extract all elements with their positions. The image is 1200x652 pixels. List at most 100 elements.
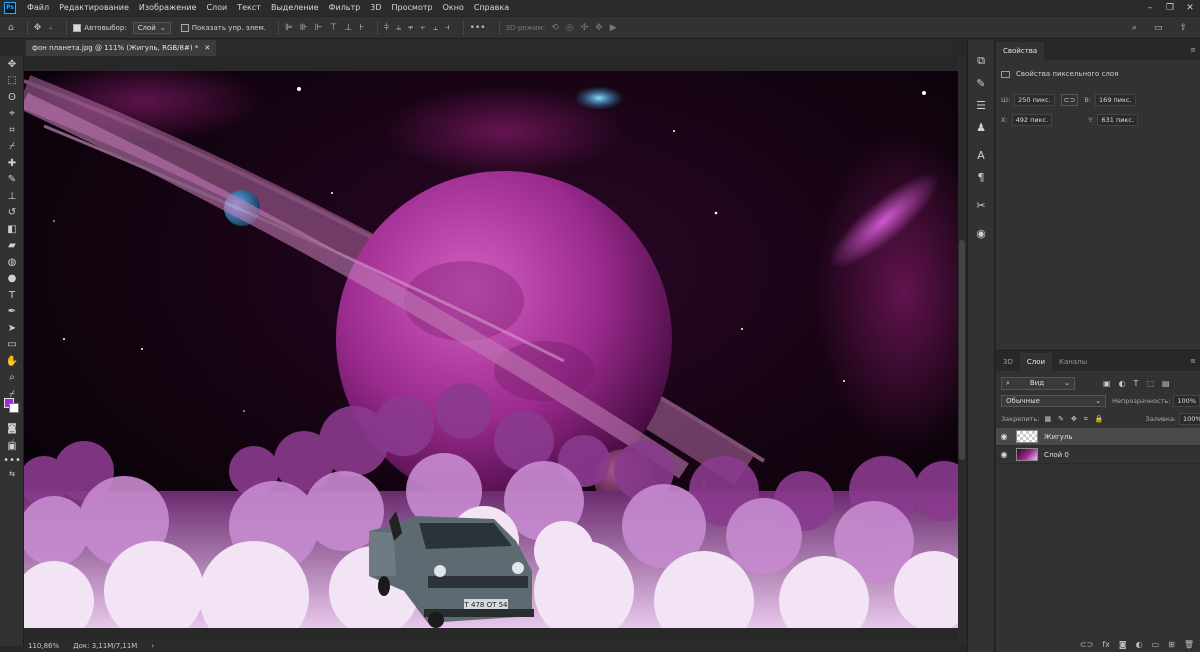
distribute-top-icon[interactable]: ⫩ [384, 23, 389, 33]
blur-tool-icon[interactable]: ◍ [0, 254, 24, 271]
brushes-icon[interactable]: ✎ [968, 72, 994, 94]
share-icon[interactable]: ⇧ [1179, 23, 1187, 33]
adjustments-icon[interactable]: ☰ [968, 94, 994, 116]
move-tool-icon[interactable]: ✥ [34, 23, 42, 33]
status-arrow-icon[interactable]: › [151, 642, 154, 650]
width-field[interactable]: 250 пикс. [1014, 94, 1055, 106]
menu-window[interactable]: Окно [438, 0, 469, 16]
healing-brush-tool-icon[interactable]: ✚ [0, 155, 24, 172]
screen-mode-icon[interactable]: ▣ [0, 438, 24, 455]
character-icon[interactable]: A [968, 144, 994, 166]
align-right-icon[interactable]: ⊩ [315, 23, 323, 33]
close-tab-icon[interactable]: ✕ [204, 40, 210, 56]
libraries-icon[interactable]: ♟ [968, 116, 994, 138]
3d-panel-icon[interactable]: ◉ [968, 222, 994, 244]
filter-type-icon[interactable]: T [1134, 379, 1139, 388]
opacity-field[interactable]: 100% [1173, 395, 1200, 407]
new-group-icon[interactable]: ▭ [1152, 640, 1160, 649]
menu-text[interactable]: Текст [232, 0, 266, 16]
gradient-tool-icon[interactable]: ▰ [0, 238, 24, 255]
minimize-icon[interactable]: – [1140, 0, 1160, 16]
lock-artboard-icon[interactable]: ⌗ [1084, 415, 1088, 424]
layer-name[interactable]: Слой 0 [1044, 451, 1069, 459]
background-color-swatch[interactable] [9, 403, 19, 413]
document-canvas[interactable]: Т 478 ОТ 54 [24, 71, 958, 628]
align-center-h-icon[interactable]: ⊪ [300, 23, 308, 33]
align-bottom-icon[interactable]: ⊦ [359, 23, 364, 33]
lock-transparency-icon[interactable]: ▦ [1044, 415, 1051, 424]
eyedropper-tool-icon[interactable]: ⌿ [0, 139, 24, 156]
tools-presets-icon[interactable]: ✂ [968, 194, 994, 216]
delete-layer-icon[interactable]: 🗑 [1184, 640, 1194, 649]
more-options-icon[interactable]: ••• [470, 23, 486, 33]
align-left-icon[interactable]: ⊫ [285, 23, 293, 33]
new-layer-icon[interactable]: ⊞ [1168, 640, 1175, 649]
menu-view[interactable]: Просмотр [387, 0, 438, 16]
menu-image[interactable]: Изображение [134, 0, 202, 16]
type-tool-icon[interactable]: T [0, 287, 24, 304]
visibility-eye-icon[interactable]: ◉ [996, 450, 1012, 459]
autoselect-checkbox[interactable] [73, 23, 82, 32]
distribute-center-icon[interactable]: ⫠ [433, 23, 438, 33]
eraser-tool-icon[interactable]: ◧ [0, 221, 24, 238]
lasso-tool-icon[interactable]: ʘ [0, 89, 24, 106]
distribute-bottom-icon[interactable]: ⫧ [408, 23, 413, 33]
autoselect-option[interactable]: Автовыбор: [73, 23, 127, 32]
link-icon[interactable]: ⊂⊃ [1060, 94, 1079, 106]
autoselect-dropdown[interactable]: Слой ⌄ [132, 21, 171, 34]
layer-filter-dropdown[interactable]: ⌕ Вид ⌄ [1001, 376, 1075, 390]
add-mask-icon[interactable]: ◙ [1119, 640, 1127, 649]
home-icon[interactable]: ⌂ [8, 23, 14, 33]
menu-select[interactable]: Выделение [266, 0, 324, 16]
chevron-down-icon[interactable]: ⌄ [48, 24, 53, 31]
height-field[interactable]: 169 пикс. [1095, 94, 1136, 106]
filter-pixel-icon[interactable]: ▣ [1103, 379, 1111, 388]
filter-smart-icon[interactable]: ▤ [1162, 379, 1170, 388]
layer-row[interactable]: ◉ Жигуль [996, 428, 1200, 446]
lock-position-icon[interactable]: ✥ [1071, 415, 1077, 424]
tab-layers[interactable]: Слои [1019, 353, 1053, 371]
document-tab[interactable]: фон планета.jpg @ 111% (Жигуль, RGB/8#) … [26, 40, 217, 56]
menu-filter[interactable]: Фильтр [324, 0, 366, 16]
layer-row[interactable]: ◉ Слой 0 [996, 446, 1200, 464]
zoom-level[interactable]: 110,86% [28, 642, 59, 650]
link-layers-icon[interactable]: ⊂⊃ [1080, 640, 1093, 649]
search-icon[interactable]: ⌕ [1132, 23, 1137, 33]
zoom-tool-icon[interactable]: ⌕ [0, 370, 24, 387]
rectangle-tool-icon[interactable]: ▭ [0, 337, 24, 354]
restore-icon[interactable]: ❐ [1160, 0, 1180, 16]
x-field[interactable]: 492 пикс. [1011, 114, 1053, 126]
menu-help[interactable]: Справка [469, 0, 514, 16]
blend-mode-dropdown[interactable]: Обычные ⌄ [1001, 395, 1107, 407]
history-brush-tool-icon[interactable]: ↺ [0, 205, 24, 222]
quick-mask-icon[interactable]: ◙ [0, 420, 24, 437]
marquee-tool-icon[interactable]: ⬚ [0, 73, 24, 90]
paragraph-icon[interactable]: ¶ [968, 166, 994, 188]
pen-tool-icon[interactable]: ✒ [0, 304, 24, 321]
menu-edit[interactable]: Редактирование [54, 0, 134, 16]
lock-pixels-icon[interactable]: ✎ [1058, 415, 1064, 424]
close-icon[interactable]: ✕ [1180, 0, 1200, 16]
swap-colors-icon[interactable]: ⇆ [0, 469, 24, 479]
adjustment-layer-icon[interactable]: ◐ [1136, 640, 1143, 649]
hand-tool-icon[interactable]: ✋ [0, 353, 24, 370]
distribute-middle-icon[interactable]: ⫨ [396, 23, 401, 33]
show-controls-checkbox[interactable] [180, 23, 189, 32]
path-select-tool-icon[interactable]: ➤ [0, 320, 24, 337]
workspace-icon[interactable]: ▭ [1154, 23, 1163, 33]
tab-channels[interactable]: Каналы [1052, 353, 1094, 371]
quick-select-tool-icon[interactable]: ⌖ [0, 106, 24, 123]
filter-shape-icon[interactable]: ⬚ [1146, 379, 1154, 388]
tab-3d[interactable]: 3D [996, 353, 1020, 371]
tab-properties[interactable]: Свойства [996, 42, 1045, 60]
y-field[interactable]: 631 пикс. [1097, 114, 1138, 126]
visibility-eye-icon[interactable]: ◉ [996, 432, 1012, 441]
scrollbar-thumb[interactable] [959, 240, 965, 460]
menu-layers[interactable]: Слои [201, 0, 232, 16]
lock-all-icon[interactable]: 🔒 [1095, 415, 1104, 424]
align-middle-v-icon[interactable]: ⊥ [344, 23, 352, 33]
fill-field[interactable]: 100% [1179, 413, 1200, 425]
clone-stamp-tool-icon[interactable]: ⊥ [0, 188, 24, 205]
menu-file[interactable]: Файл [22, 0, 54, 16]
align-top-icon[interactable]: ⊤ [329, 23, 337, 33]
